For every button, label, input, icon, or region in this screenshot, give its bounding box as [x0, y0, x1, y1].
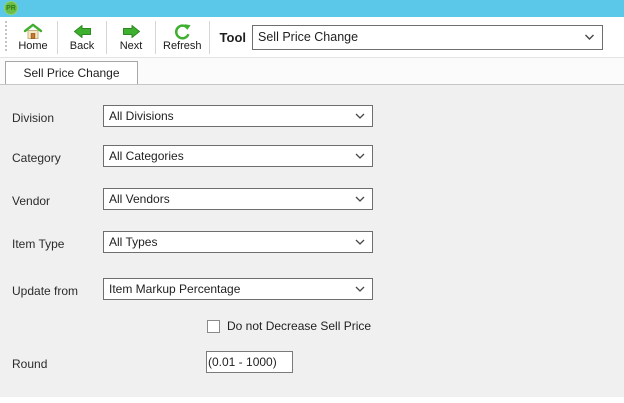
refresh-button[interactable]: Refresh	[159, 18, 206, 56]
toolbar-separator	[155, 20, 156, 54]
tab-sell-price-change[interactable]: Sell Price Change	[5, 61, 138, 84]
toolbar-separator	[106, 20, 107, 54]
form-row-item-type: Item Type All Types	[0, 231, 624, 253]
form-row-update-from: Update from Item Markup Percentage	[0, 278, 624, 300]
back-button[interactable]: Back	[61, 18, 103, 56]
tool-select-value: Sell Price Change	[258, 30, 359, 44]
window-bottom-edge	[0, 397, 624, 403]
update-from-select[interactable]: Item Markup Percentage	[103, 278, 373, 300]
chevron-down-icon	[355, 153, 365, 159]
chevron-down-icon	[355, 196, 365, 202]
chevron-down-icon	[355, 239, 365, 245]
do-not-decrease-row: Do not Decrease Sell Price	[207, 319, 371, 333]
refresh-icon	[173, 23, 191, 40]
content-panel: Division All Divisions Category All Cate…	[0, 85, 624, 397]
item-type-select-value: All Types	[109, 235, 158, 249]
home-icon	[23, 23, 43, 40]
chevron-down-icon	[355, 113, 365, 119]
division-label: Division	[12, 110, 55, 125]
next-button-label: Next	[119, 39, 143, 52]
app-logo: PR	[4, 1, 18, 15]
toolbar-grip[interactable]	[4, 21, 8, 53]
back-icon	[73, 23, 92, 40]
chevron-down-icon	[355, 286, 365, 292]
home-button[interactable]: Home	[12, 18, 54, 56]
do-not-decrease-checkbox[interactable]	[207, 319, 220, 333]
tool-label: Tool	[219, 29, 247, 45]
toolbar: Home Back Next Refresh Tool Sell Price C…	[0, 17, 624, 57]
tool-select[interactable]: Sell Price Change	[252, 24, 604, 50]
category-select-value: All Categories	[109, 149, 184, 163]
item-type-label: Item Type	[12, 236, 65, 251]
division-select-value: All Divisions	[109, 109, 174, 123]
back-button-label: Back	[69, 39, 95, 52]
vendor-select[interactable]: All Vendors	[103, 188, 373, 210]
category-select[interactable]: All Categories	[103, 145, 373, 167]
category-label: Category	[12, 150, 61, 165]
update-from-select-value: Item Markup Percentage	[109, 282, 241, 296]
round-range-hint: (0.01 - 1000)	[208, 355, 277, 369]
form-row-vendor: Vendor All Vendors	[0, 188, 624, 210]
form-row-category: Category All Categories	[0, 145, 624, 167]
chevron-down-icon	[584, 34, 595, 41]
toolbar-separator	[57, 20, 58, 54]
tab-label: Sell Price Change	[23, 66, 120, 80]
do-not-decrease-label: Do not Decrease Sell Price	[227, 319, 372, 333]
update-from-label: Update from	[12, 283, 79, 298]
refresh-button-label: Refresh	[163, 39, 202, 52]
round-label: Round	[12, 356, 48, 371]
next-button[interactable]: Next	[110, 18, 152, 56]
form-row-round: Round (0.01 - 1000)	[0, 351, 624, 373]
next-icon	[122, 23, 141, 40]
division-select[interactable]: All Divisions	[103, 105, 373, 127]
home-button-label: Home	[18, 39, 48, 52]
toolbar-separator	[208, 20, 210, 54]
tab-strip: Sell Price Change	[0, 57, 624, 85]
form-row-division: Division All Divisions	[0, 105, 624, 127]
title-bar: PR	[0, 0, 624, 17]
vendor-label: Vendor	[12, 193, 51, 208]
item-type-select[interactable]: All Types	[103, 231, 373, 253]
vendor-select-value: All Vendors	[109, 192, 170, 206]
